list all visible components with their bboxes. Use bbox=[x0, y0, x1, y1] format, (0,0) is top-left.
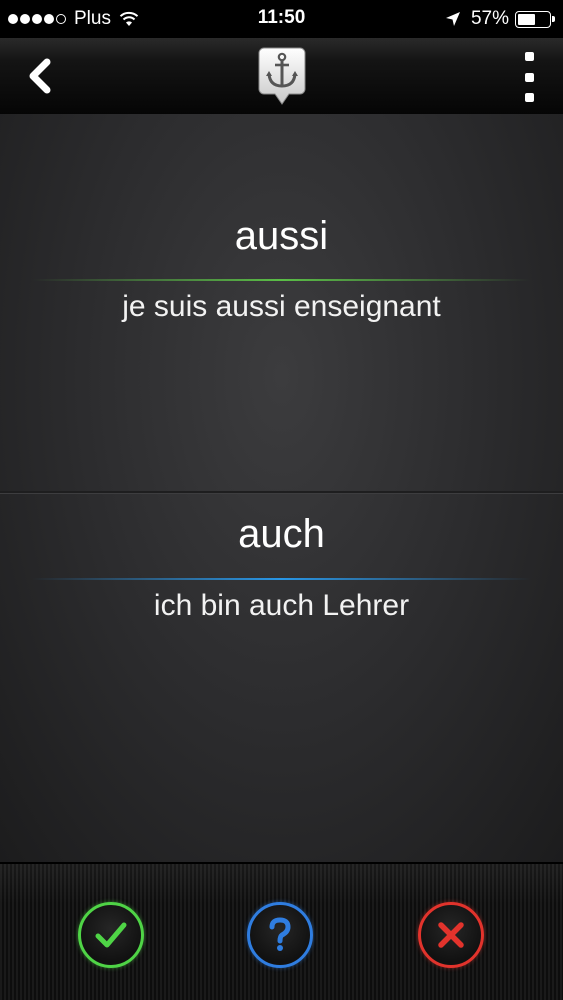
card-side-divider bbox=[0, 491, 563, 494]
front-term: aussi bbox=[234, 214, 329, 258]
battery-icon bbox=[515, 10, 555, 28]
status-right: 57% bbox=[445, 8, 555, 30]
back-term: auch bbox=[238, 512, 325, 556]
back-example: ich bin auch Lehrer bbox=[153, 589, 410, 622]
close-x-icon bbox=[438, 922, 464, 948]
wrong-button[interactable] bbox=[418, 902, 484, 968]
front-divider-line bbox=[32, 279, 531, 281]
hint-button[interactable] bbox=[247, 902, 313, 968]
battery-level-fill bbox=[518, 13, 535, 25]
correct-button[interactable] bbox=[78, 902, 144, 968]
question-mark-icon bbox=[269, 917, 291, 951]
chevron-left-icon bbox=[29, 58, 51, 94]
front-example: je suis aussi enseignant bbox=[122, 290, 441, 323]
flashcard[interactable]: aussi je suis aussi enseignant auch ich … bbox=[0, 114, 563, 862]
anchor-icon bbox=[258, 47, 306, 105]
back-button[interactable] bbox=[18, 54, 62, 98]
status-bar: Plus 11:50 57% bbox=[0, 0, 563, 38]
location-arrow-icon bbox=[445, 12, 460, 26]
more-menu-button[interactable] bbox=[517, 48, 541, 106]
checkmark-icon bbox=[95, 922, 127, 948]
nav-bar bbox=[0, 38, 563, 114]
battery-percent: 57% bbox=[470, 8, 509, 29]
answer-toolbar bbox=[0, 862, 563, 1000]
more-vertical-icon bbox=[524, 52, 534, 61]
back-divider-line bbox=[32, 578, 531, 580]
